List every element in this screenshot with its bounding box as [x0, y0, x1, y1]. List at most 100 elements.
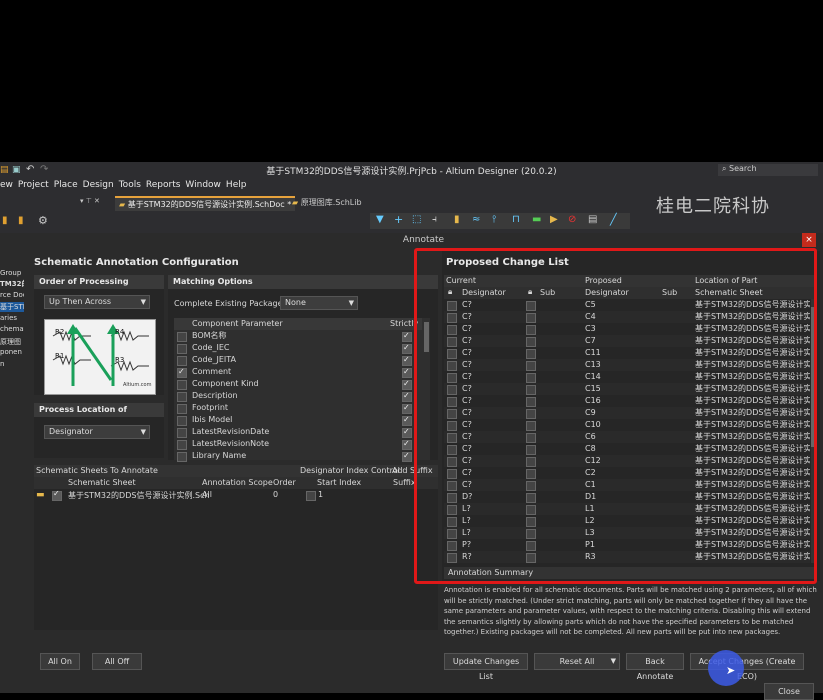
- process-location-select[interactable]: Designator ▼: [44, 425, 150, 439]
- sheet-icon[interactable]: ▬: [532, 214, 541, 225]
- param-row[interactable]: LatestRevisionNote: [174, 438, 422, 450]
- strict-checkbox[interactable]: [402, 354, 412, 366]
- menu-help[interactable]: Help: [226, 180, 247, 190]
- strict-checkbox[interactable]: [402, 330, 412, 342]
- sidebar-item-source[interactable]: rce Doc: [0, 291, 27, 299]
- watermark: 桂电二院科协: [656, 196, 770, 217]
- param-row[interactable]: Comment: [174, 366, 422, 378]
- chevron-down-icon: ▼: [140, 298, 146, 306]
- close-icon[interactable]: ×: [802, 233, 816, 247]
- directive-icon[interactable]: ⊘: [568, 214, 576, 225]
- param-checkbox[interactable]: [177, 452, 187, 462]
- start-index-checkbox[interactable]: [306, 491, 316, 501]
- filter-icon[interactable]: ▼: [376, 214, 384, 225]
- param-name: Ibis Model: [192, 415, 233, 424]
- process-location-value: Designator: [49, 427, 93, 436]
- col-start-index: Start Index: [317, 478, 362, 487]
- panel-pin-controls[interactable]: ▾ ⊤ ✕: [80, 197, 100, 205]
- param-row[interactable]: Library Name: [174, 450, 422, 462]
- param-name: LatestRevisionNote: [192, 439, 270, 448]
- order-select[interactable]: Up Then Across ▼: [44, 295, 150, 309]
- sidebar-item-schematic[interactable]: chemat: [0, 325, 26, 333]
- strict-checkbox[interactable]: [402, 378, 412, 390]
- menu-reports[interactable]: Reports: [146, 180, 181, 190]
- param-row[interactable]: Description: [174, 390, 422, 402]
- param-row[interactable]: Code_IEC: [174, 342, 422, 354]
- update-changes-button[interactable]: Update Changes List: [444, 653, 528, 681]
- param-row[interactable]: BOM名称: [174, 330, 422, 342]
- param-checkbox[interactable]: [177, 366, 187, 378]
- param-checkbox[interactable]: [177, 380, 187, 390]
- port-icon[interactable]: ▶: [550, 214, 558, 225]
- strict-checkbox[interactable]: [402, 366, 412, 378]
- strict-checkbox[interactable]: [402, 402, 412, 414]
- menu-place[interactable]: Place: [54, 180, 78, 190]
- all-off-button[interactable]: All Off: [92, 653, 142, 670]
- param-checkbox[interactable]: [177, 440, 187, 450]
- param-checkbox[interactable]: [177, 332, 187, 342]
- move-icon[interactable]: +: [394, 213, 403, 226]
- text-icon[interactable]: ▤: [588, 214, 597, 225]
- param-row[interactable]: LatestRevisionDate: [174, 426, 422, 438]
- folder-open-icon[interactable]: ▮: [18, 215, 24, 226]
- sidebar-item-schdoc[interactable]: 基于STM: [0, 302, 29, 312]
- sheet-scope[interactable]: All: [202, 490, 212, 499]
- strict-checkbox[interactable]: [402, 426, 412, 438]
- param-checkbox[interactable]: [177, 392, 187, 402]
- menu-tools[interactable]: Tools: [119, 180, 141, 190]
- param-checkbox[interactable]: [177, 428, 187, 438]
- tab-schdoc[interactable]: ▰ 基于STM32的DDS信号源设计实例.SchDoc *: [115, 196, 296, 211]
- param-row[interactable]: Component Kind: [174, 378, 422, 390]
- param-checkbox[interactable]: [177, 416, 187, 426]
- align-icon[interactable]: ⫞: [432, 214, 437, 225]
- reset-all-button[interactable]: Reset All ▼: [534, 653, 620, 670]
- menu-window[interactable]: Window: [185, 180, 221, 190]
- schdoc-icon: ▰: [119, 200, 126, 209]
- complete-packages-select[interactable]: None ▼: [280, 296, 358, 310]
- all-on-button[interactable]: All On: [40, 653, 80, 670]
- close-button[interactable]: Close: [764, 683, 814, 700]
- strict-checkbox[interactable]: [402, 450, 412, 462]
- strict-checkbox[interactable]: [402, 342, 412, 354]
- back-annotate-button[interactable]: Back Annotate: [626, 653, 684, 681]
- sidebar-item-libraries[interactable]: aries: [0, 314, 17, 322]
- param-checkbox[interactable]: [177, 356, 187, 366]
- strict-checkbox[interactable]: [402, 390, 412, 402]
- order-title: Order of Processing: [34, 275, 164, 289]
- sidebar-item-schlib[interactable]: 原理图: [0, 337, 21, 347]
- bus-icon[interactable]: ⊓: [512, 214, 520, 225]
- sheet-start-index[interactable]: 1: [318, 490, 323, 499]
- complete-packages-label: Complete Existing Packages: [174, 299, 287, 308]
- sheet-row[interactable]: ▬ 基于STM32的DDS信号源设计实例.Sch All 0 1: [34, 489, 438, 502]
- param-checkbox[interactable]: [177, 404, 187, 414]
- menu-bar: ew Project Place Design Tools Reports Window He…: [0, 178, 823, 193]
- menu-view[interactable]: ew: [0, 180, 13, 190]
- folder-icon[interactable]: ▮: [2, 215, 8, 226]
- col-annotation-scope: Annotation Scope: [202, 478, 273, 487]
- select-icon[interactable]: ⬚: [412, 214, 421, 225]
- order-panel: Order of Processing Up Then Across ▼ R2 R…: [34, 275, 164, 395]
- part-icon[interactable]: ▮: [454, 214, 460, 225]
- tab-schdoc-label: 基于STM32的DDS信号源设计实例.SchDoc *: [127, 200, 292, 209]
- param-row[interactable]: Footprint: [174, 402, 422, 414]
- menu-project[interactable]: Project: [18, 180, 49, 190]
- param-row[interactable]: Ibis Model: [174, 414, 422, 426]
- sidebar-item-components[interactable]: ponen: [0, 348, 22, 356]
- param-row[interactable]: Code_JEITA: [174, 354, 422, 366]
- tab-schlib[interactable]: ▰ 原理图库.SchLib: [288, 196, 366, 209]
- wire-icon[interactable]: ≈: [472, 214, 480, 225]
- search-placeholder: Search: [729, 164, 757, 173]
- net-icon[interactable]: ⫯: [492, 214, 496, 225]
- param-checkbox[interactable]: [177, 344, 187, 354]
- line-icon[interactable]: ╱: [610, 213, 617, 226]
- strict-checkbox[interactable]: [402, 438, 412, 450]
- sidebar-item-group[interactable]: Group: [0, 269, 21, 277]
- strict-checkbox[interactable]: [402, 414, 412, 426]
- sidebar-item-n[interactable]: n: [0, 360, 4, 368]
- sheet-name: 基于STM32的DDS信号源设计实例.Sch: [68, 491, 210, 500]
- search-input[interactable]: ⌕ Search: [718, 164, 818, 176]
- param-name: LatestRevisionDate: [192, 427, 270, 436]
- menu-design[interactable]: Design: [83, 180, 114, 190]
- gear-icon[interactable]: ⚙: [38, 214, 48, 227]
- sheet-checkbox[interactable]: [52, 489, 62, 501]
